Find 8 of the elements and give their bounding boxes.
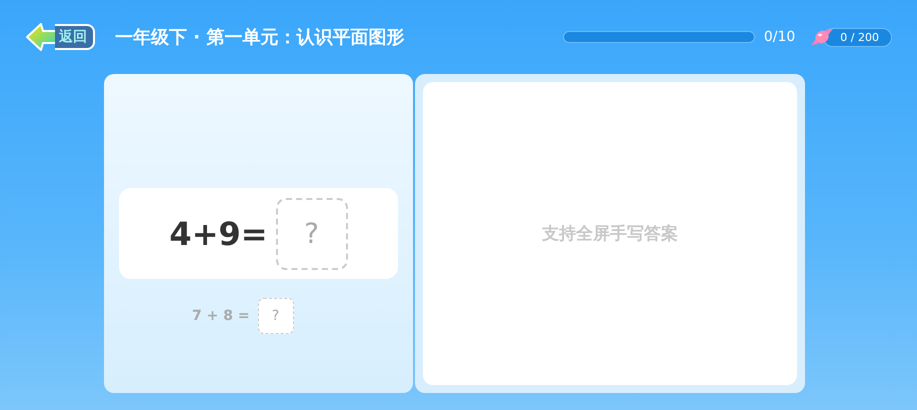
candy-count: 0 / 200 [823, 28, 892, 46]
back-button[interactable]: 返回 [25, 22, 101, 52]
answer-box[interactable]: ? [258, 298, 294, 334]
progress-reading: 0/10 [764, 29, 796, 45]
lesson-title: 一年级下 · 第一单元：认识平面图形 [115, 26, 404, 49]
math-expression: 7 + 8 = [192, 308, 250, 324]
answer-box[interactable]: ? [276, 198, 348, 270]
math-expression: 4+9= [169, 214, 268, 252]
